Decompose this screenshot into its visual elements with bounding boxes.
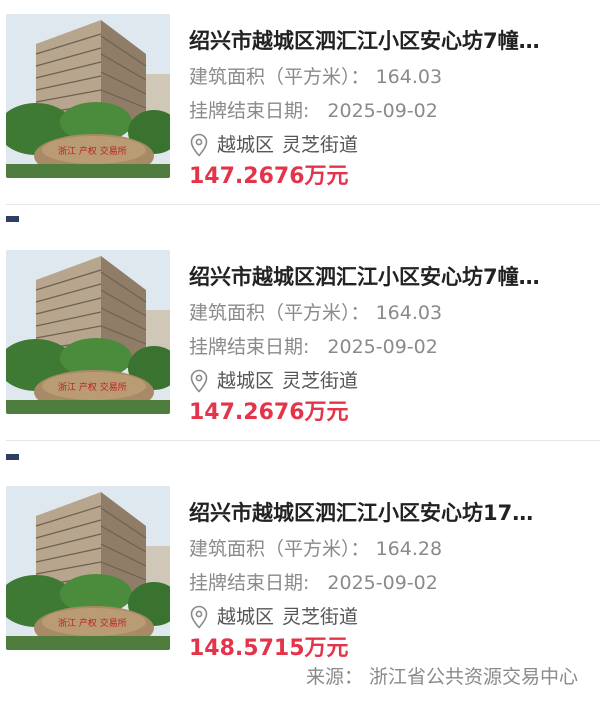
svg-text:浙江 产权 交易所: 浙江 产权 交易所 — [58, 381, 127, 393]
property-thumbnail[interactable]: 浙江 产权 交易所 — [6, 14, 170, 178]
location-row: 越城区 灵芝街道 — [189, 368, 600, 394]
location-row: 越城区 灵芝街道 — [189, 604, 600, 630]
listing-price: 148.5715万元 — [189, 636, 349, 661]
svg-text:浙江 产权 交易所: 浙江 产权 交易所 — [58, 617, 127, 629]
listing-title[interactable]: 绍兴市越城区泗汇江小区安心坊17… — [189, 484, 594, 528]
end-date-row: 挂牌结束日期: 2025-09-02 — [189, 334, 600, 360]
end-date-value: 2025-09-02 — [327, 100, 438, 122]
divider — [6, 440, 600, 441]
listing-title[interactable]: 绍兴市越城区泗汇江小区安心坊7幢… — [189, 248, 594, 292]
listing-price: 147.2676万元 — [189, 164, 349, 189]
location-row: 越城区 灵芝街道 — [189, 132, 600, 158]
district-label: 越城区 — [217, 370, 275, 392]
listing-title[interactable]: 绍兴市越城区泗汇江小区安心坊7幢… — [189, 12, 594, 56]
listing-page: 浙江 产权 交易所 绍兴市越城区泗汇江小区安心坊7幢… 建筑面积（平方米）： 1… — [0, 0, 600, 711]
end-date-row: 挂牌结束日期: 2025-09-02 — [189, 570, 600, 596]
district-label: 越城区 — [217, 606, 275, 628]
end-date-value: 2025-09-02 — [327, 572, 438, 594]
property-thumbnail[interactable]: 浙江 产权 交易所 — [6, 250, 170, 414]
street-label: 灵芝街道 — [282, 370, 359, 392]
listing-card[interactable]: 浙江 产权 交易所 绍兴市越城区泗汇江小区安心坊7幢… 建筑面积（平方米）： 1… — [0, 12, 600, 202]
area-label: 建筑面积（平方米）： — [189, 302, 370, 324]
location-pin-icon — [190, 369, 208, 393]
divider — [6, 204, 600, 205]
section-bullet — [6, 216, 19, 222]
source-attribution: 来源： 浙江省公共资源交易中心 — [306, 666, 579, 688]
area-label: 建筑面积（平方米）： — [189, 66, 370, 88]
property-thumbnail[interactable]: 浙江 产权 交易所 — [6, 486, 170, 650]
section-bullet — [6, 454, 19, 460]
svg-text:浙江 产权 交易所: 浙江 产权 交易所 — [58, 145, 127, 157]
area-value: 164.03 — [375, 66, 443, 88]
listing-price: 147.2676万元 — [189, 400, 349, 425]
area-value: 164.03 — [375, 302, 443, 324]
street-label: 灵芝街道 — [282, 134, 359, 156]
end-date-value: 2025-09-02 — [327, 336, 438, 358]
listing-card[interactable]: 浙江 产权 交易所 绍兴市越城区泗汇江小区安心坊7幢… 建筑面积（平方米）： 1… — [0, 248, 600, 438]
location-pin-icon — [190, 605, 208, 629]
area-row: 建筑面积（平方米）： 164.28 — [189, 536, 600, 562]
end-date-label: 挂牌结束日期: — [189, 572, 310, 594]
end-date-label: 挂牌结束日期: — [189, 336, 310, 358]
location-pin-icon — [190, 133, 208, 157]
listing-card[interactable]: 浙江 产权 交易所 绍兴市越城区泗汇江小区安心坊17… 建筑面积（平方米）： 1… — [0, 484, 600, 674]
district-label: 越城区 — [217, 134, 275, 156]
end-date-label: 挂牌结束日期: — [189, 100, 310, 122]
area-value: 164.28 — [375, 538, 443, 560]
street-label: 灵芝街道 — [282, 606, 359, 628]
area-row: 建筑面积（平方米）： 164.03 — [189, 64, 600, 90]
area-row: 建筑面积（平方米）： 164.03 — [189, 300, 600, 326]
area-label: 建筑面积（平方米）： — [189, 538, 370, 560]
end-date-row: 挂牌结束日期: 2025-09-02 — [189, 98, 600, 124]
